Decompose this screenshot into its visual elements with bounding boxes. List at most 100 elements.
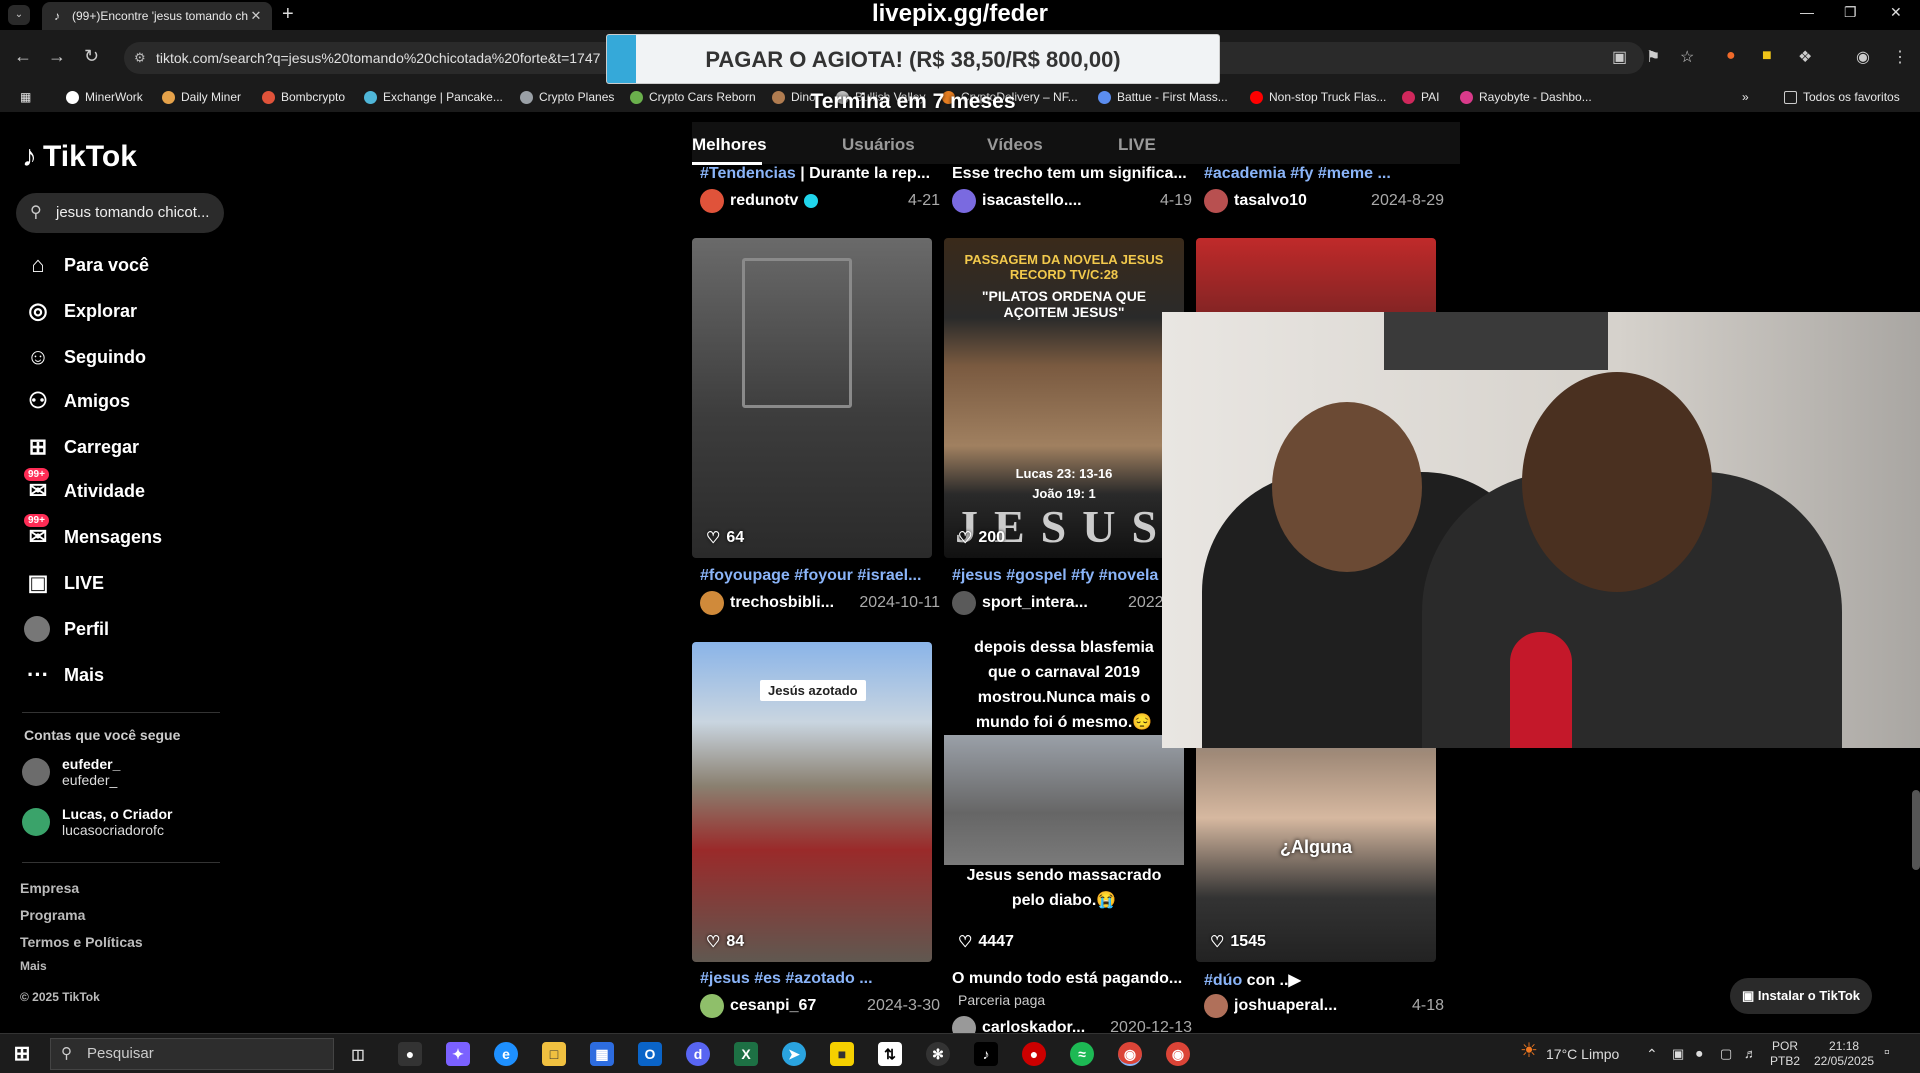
avatar[interactable] (700, 994, 724, 1018)
monitor-icon: ▣ (1741, 988, 1758, 1003)
app-chrome-icon[interactable]: ◉ (1166, 1042, 1190, 1066)
site-info-icon[interactable]: ⚙ (134, 42, 146, 74)
video-author[interactable]: cesanpi_67 (730, 997, 859, 1015)
translate-icon[interactable]: ⚑ (1646, 47, 1660, 67)
video-caption[interactable]: #dúo con ..▶ (1204, 970, 1444, 990)
microphone-icon[interactable]: ⏺ (1696, 1046, 1703, 1062)
network-icon[interactable]: ▢ (1720, 1046, 1732, 1062)
nav-perfil[interactable]: Perfil (24, 614, 109, 644)
nav-label: Para você (64, 254, 150, 275)
video-caption[interactable]: #academia #fy #meme ... (1204, 165, 1444, 183)
video-author[interactable]: sport_intera... (982, 594, 1120, 612)
video-caption[interactable]: #Tendencias | Durante la rep... (700, 165, 940, 183)
video-meta: joshuaperal... 4-18 (1204, 994, 1444, 1018)
app-capcut-icon[interactable]: ⇅ (878, 1042, 902, 1066)
video-caption[interactable]: O mundo todo está pagando... (952, 970, 1192, 988)
nav-amigos[interactable]: ⚇ Amigos (24, 386, 130, 416)
app-copilot-icon[interactable]: ✦ (446, 1042, 470, 1066)
nav-explorar[interactable]: ◎ Explorar (24, 296, 137, 326)
video-caption[interactable]: #jesus #es #azotado ... (700, 970, 940, 988)
tab-live[interactable]: LIVE (1118, 135, 1156, 155)
video-author[interactable]: tasalvo10 (1234, 192, 1363, 210)
avatar[interactable] (700, 591, 724, 615)
footer-link-termos[interactable]: Termos e Políticas (20, 934, 143, 950)
input-language[interactable]: POR PTB2 (1770, 1039, 1800, 1069)
app-chrome-active-icon[interactable]: ◉ (1118, 1042, 1142, 1066)
thumb-text: ¿Alguna (1280, 837, 1352, 857)
footer-link-programa[interactable]: Programa (20, 907, 85, 923)
forward-icon[interactable]: → (48, 46, 66, 67)
footer-link-empresa[interactable]: Empresa (20, 880, 79, 896)
nav-mensagens[interactable]: ✉ 99+ Mensagens (24, 514, 162, 552)
menu-kebab-icon[interactable]: ⋮ (1892, 47, 1908, 67)
tiktok-logo[interactable]: ♪ TikTok (22, 140, 137, 174)
search-input[interactable]: ⚲ jesus tomando chicot... (16, 193, 224, 233)
video-author[interactable]: redunotv (730, 192, 798, 209)
video-thumbnail[interactable]: Jesús azotado ♡ 84 (692, 642, 932, 962)
windows-start-icon[interactable]: ⊞ (10, 1042, 34, 1066)
weather-text[interactable]: 17°C Limpo (1546, 1046, 1619, 1062)
nav-mais[interactable]: ··· Mais (24, 660, 104, 690)
taskbar-search[interactable]: ⚲ Pesquisar (50, 1038, 334, 1070)
clock[interactable]: 21:18 22/05/2025 (1814, 1039, 1874, 1069)
extension-s-icon[interactable]: ■ (1762, 47, 1772, 65)
install-tiktok-button[interactable]: ▣ Instalar o TikTok (1730, 978, 1872, 1014)
install-app-icon[interactable]: ▣ (1612, 47, 1627, 67)
avatar[interactable] (952, 189, 976, 213)
app-red-icon[interactable]: ● (1022, 1042, 1046, 1066)
app-excel-icon[interactable]: X (734, 1042, 758, 1066)
app-tiktok-icon[interactable]: ♪ (974, 1042, 998, 1066)
app-outlook-icon[interactable]: O (638, 1042, 662, 1066)
tray-app-icon[interactable]: ▣ (1672, 1046, 1684, 1062)
nav-para-voce[interactable]: ⌂ Para você (24, 250, 149, 280)
video-thumbnail[interactable]: ♡ 64 (692, 238, 932, 558)
video-caption[interactable]: #foyoupage #foyour #israel... (700, 567, 940, 585)
following-account-lucas[interactable]: Lucas, o Criador lucasocriadorofc (22, 806, 172, 838)
profile-avatar-icon[interactable]: ◉ (1856, 47, 1870, 67)
app-edge-icon[interactable]: e (494, 1042, 518, 1066)
avatar[interactable] (700, 189, 724, 213)
extensions-puzzle-icon[interactable]: ❖ (1798, 47, 1812, 67)
notifications-icon[interactable]: ▫ (1884, 1044, 1890, 1062)
app-spotify-icon[interactable]: ≈ (1070, 1042, 1094, 1066)
footer-link-mais[interactable]: Mais (20, 959, 47, 973)
video-author[interactable]: joshuaperal... (1234, 997, 1404, 1015)
app-obs-icon[interactable]: ● (398, 1042, 422, 1066)
tab-videos[interactable]: Vídeos (987, 135, 1043, 155)
nav-atividade[interactable]: ✉ 99+ Atividade (24, 468, 145, 506)
like-count: ♡ 64 (706, 529, 745, 547)
task-view-icon[interactable]: ◫ (346, 1042, 370, 1066)
tab-usuarios[interactable]: Usuários (842, 135, 915, 155)
tab-melhores[interactable]: Melhores (692, 135, 767, 155)
app-discord-icon[interactable]: d (686, 1042, 710, 1066)
extension-fox-icon[interactable]: ● (1726, 47, 1736, 65)
video-thumbnail[interactable]: PASSAGEM DA NOVELA JESUS RECORD TV/C:28 … (944, 238, 1184, 558)
following-account-eufeder[interactable]: eufeder_ eufeder_ (22, 756, 120, 788)
page-scrollbar[interactable] (1912, 790, 1920, 870)
file-explorer-icon[interactable]: □ (542, 1042, 566, 1066)
video-author[interactable]: trechosbibli... (730, 594, 851, 612)
reload-icon[interactable]: ↻ (84, 46, 99, 67)
video-caption[interactable]: Esse trecho tem um significa... (952, 165, 1192, 183)
video-author[interactable]: isacastello.... (982, 192, 1152, 210)
app-chatgpt-icon[interactable]: ✻ (926, 1042, 950, 1066)
volume-icon[interactable]: ♬ (1744, 1046, 1757, 1061)
avatar[interactable] (1204, 189, 1228, 213)
video-thumbnail[interactable]: depois dessa blasfemia que o carnaval 20… (944, 635, 1184, 962)
nav-live[interactable]: ▣ LIVE (24, 568, 104, 598)
app-telegram-icon[interactable]: ➤ (782, 1042, 806, 1066)
nav-label: Amigos (64, 390, 131, 411)
bookmark-star-icon[interactable]: ☆ (1680, 47, 1694, 67)
nav-label: LIVE (64, 572, 105, 593)
door-shape (742, 258, 852, 408)
tray-chevron-icon[interactable]: ⌃ (1646, 1046, 1658, 1063)
app-notes-icon[interactable]: ■ (830, 1042, 854, 1066)
avatar[interactable] (1204, 994, 1228, 1018)
back-icon[interactable]: ← (14, 46, 32, 67)
weather-icon: ☀ (1520, 1040, 1538, 1062)
nav-seguindo[interactable]: ☺ Seguindo (24, 342, 146, 372)
nav-carregar[interactable]: ⊞ Carregar (24, 432, 139, 462)
avatar[interactable] (952, 591, 976, 615)
video-caption[interactable]: #jesus #gospel #fy #novela (952, 567, 1192, 585)
app-store-icon[interactable]: ▦ (590, 1042, 614, 1066)
